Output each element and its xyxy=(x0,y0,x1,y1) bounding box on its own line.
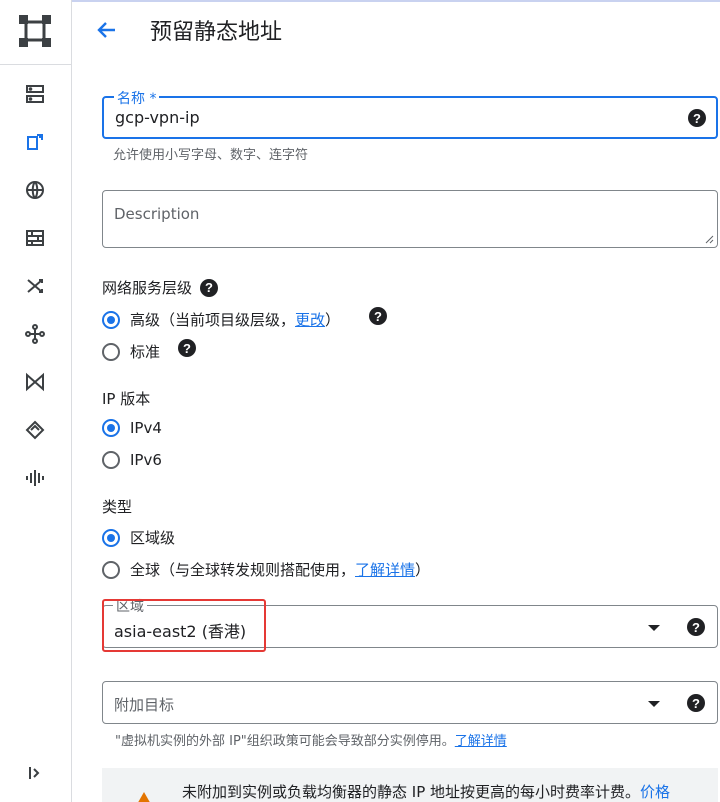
premium-help-icon[interactable]: ? xyxy=(369,307,387,325)
standard-label: 标准 xyxy=(130,343,161,361)
ipv4-label: IPv4 xyxy=(130,419,162,437)
name-field-label: 名称 * xyxy=(114,88,160,108)
ipv4-radio[interactable] xyxy=(102,419,120,437)
instances-icon[interactable] xyxy=(22,81,48,107)
page-title: 预留静态地址 xyxy=(150,20,283,45)
description-placeholder: Description xyxy=(114,205,200,223)
regional-label: 区域级 xyxy=(130,529,176,547)
attach-target-placeholder: 附加目标 xyxy=(114,696,175,714)
attach-target-select[interactable]: 附加目标 ? xyxy=(102,681,718,724)
region-help-icon[interactable]: ? xyxy=(687,618,705,636)
side-nav-rail xyxy=(0,0,72,802)
network-tier-standard-option[interactable]: 标准 xyxy=(102,341,160,362)
type-title: 类型 xyxy=(102,498,133,516)
attach-hint-text: "虚拟机实例的外部 IP"组织政策可能会导致部分实例停用。 xyxy=(115,734,455,749)
attach-help-icon[interactable]: ? xyxy=(687,694,705,712)
network-tier-section: 网络服务层级 ? xyxy=(102,277,219,298)
back-arrow-icon[interactable] xyxy=(94,17,120,43)
expand-rail-icon[interactable] xyxy=(22,760,48,786)
page-header: 预留静态地址 xyxy=(72,0,720,60)
premium-label-suffix: ） xyxy=(325,311,341,329)
standard-radio[interactable] xyxy=(102,342,120,361)
premium-label: 高级（当前项目级层级， xyxy=(130,311,296,329)
firewall-icon[interactable] xyxy=(22,225,48,251)
chevron-down-icon[interactable] xyxy=(648,701,660,707)
ipv4-option[interactable]: IPv4 xyxy=(102,419,162,437)
ipv6-radio[interactable] xyxy=(102,451,120,469)
name-field[interactable]: 名称 * gcp-vpn-ip ? xyxy=(102,88,718,139)
global-option[interactable]: 全球（与全球转发规则搭配使用， 了解详情） xyxy=(102,559,430,580)
network-globe-icon[interactable] xyxy=(22,177,48,203)
change-tier-link[interactable]: 更改 xyxy=(295,309,325,330)
highlight-annotation-box xyxy=(102,599,266,652)
security-icon[interactable] xyxy=(22,417,48,443)
chevron-down-icon[interactable] xyxy=(648,625,660,631)
ipv6-option[interactable]: IPv6 xyxy=(102,451,162,469)
global-radio[interactable] xyxy=(102,560,120,579)
regional-option[interactable]: 区域级 xyxy=(102,527,175,548)
warning-icon xyxy=(136,792,152,802)
vpc-network-logo-icon xyxy=(19,15,51,47)
vpn-icon[interactable] xyxy=(22,369,48,395)
network-tier-premium-option[interactable]: 高级（当前项目级层级， 更改） xyxy=(102,309,340,330)
ipv6-label: IPv6 xyxy=(130,451,162,469)
attach-target-hint: "虚拟机实例的外部 IP"组织政策可能会导致部分实例停用。了解详情 xyxy=(115,730,507,749)
peering-icon[interactable] xyxy=(22,321,48,347)
name-field-hint: 允许使用小写字母、数字、连字符 xyxy=(113,148,309,163)
routes-icon[interactable] xyxy=(22,273,48,299)
packet-mirroring-icon[interactable] xyxy=(22,465,48,491)
network-tier-help-icon[interactable]: ? xyxy=(200,278,219,297)
standard-help-icon[interactable]: ? xyxy=(178,339,196,357)
global-learn-more-link[interactable]: 了解详情 xyxy=(355,559,415,580)
network-tier-title: 网络服务层级 xyxy=(102,279,193,297)
pricing-notice-text: 未附加到实例或负载均衡器的静态 IP 地址按更高的每小时费率计费。价格 xyxy=(182,781,670,802)
rail-divider xyxy=(0,64,72,65)
name-field-value[interactable]: gcp-vpn-ip xyxy=(115,108,200,127)
pricing-notice-message: 未附加到实例或负载均衡器的静态 IP 地址按更高的每小时费率计费。 xyxy=(182,783,641,801)
attach-learn-more-link[interactable]: 了解详情 xyxy=(455,734,507,749)
global-label-suffix: ） xyxy=(415,561,431,579)
description-field[interactable]: Description xyxy=(102,190,718,248)
ip-addresses-icon[interactable] xyxy=(22,129,48,155)
pricing-link[interactable]: 价格 xyxy=(640,783,670,801)
ip-version-title: IP 版本 xyxy=(102,390,151,408)
regional-radio[interactable] xyxy=(102,528,120,547)
pricing-notice: 未附加到实例或负载均衡器的静态 IP 地址按更高的每小时费率计费。价格 xyxy=(102,768,718,802)
premium-radio[interactable] xyxy=(102,310,120,329)
name-help-icon[interactable]: ? xyxy=(688,109,706,127)
global-label: 全球（与全球转发规则搭配使用， xyxy=(130,561,356,579)
resize-handle-icon[interactable] xyxy=(704,234,714,244)
